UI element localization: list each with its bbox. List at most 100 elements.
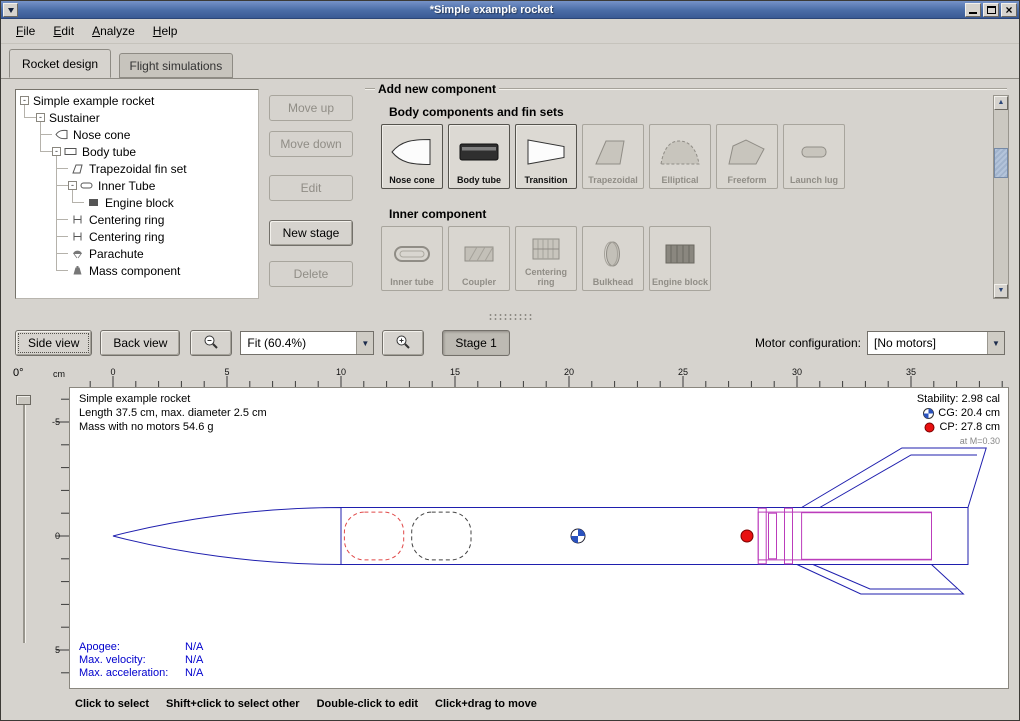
status-bar: Click to select Shift+click to select ot… [1,693,1019,715]
maximize-button[interactable] [983,3,999,17]
tile-label: Nose cone [389,176,435,186]
window-title: *Simple example rocket [20,4,963,16]
rocket-name: Simple example rocket [79,392,267,406]
add-engine-block-button[interactable]: Engine block [649,226,711,291]
window-menu-icon[interactable] [3,3,18,17]
tree-item-parachute[interactable]: Parachute [16,245,258,262]
transition-icon [523,128,569,176]
add-elliptical-fin-button[interactable]: Elliptical [649,124,711,189]
tile-label: Bulkhead [593,278,634,288]
edit-button[interactable]: Edit [269,175,353,201]
side-view-button[interactable]: Side view [15,330,92,356]
vertical-ruler-wrap: -505 [49,387,69,689]
group-border [365,88,375,90]
flight-data: Apogee:N/A Max. velocity:N/A Max. accele… [79,641,203,680]
hint-click-drag: Click+drag to move [435,698,537,710]
tile-label: Freeform [727,176,766,186]
add-trapezoidal-fin-button[interactable]: Trapezoidal [582,124,644,189]
mach-note: at M=0.30 [917,434,1000,448]
cp-icon [924,422,935,433]
tree-item-centering-ring-1[interactable]: Centering ring [16,211,258,228]
move-up-button[interactable]: Move up [269,95,353,121]
collapse-icon[interactable]: - [52,147,61,156]
tree-item-label: Sustainer [49,111,100,125]
svg-text:-5: -5 [52,417,60,427]
tree-item-fin-set[interactable]: Trapezoidal fin set [16,160,258,177]
back-view-button[interactable]: Back view [100,330,180,356]
launch-lug-icon [791,128,837,176]
tree-item-centering-ring-2[interactable]: Centering ring [16,228,258,245]
collapse-icon[interactable]: - [68,181,77,190]
add-inner-tube-button[interactable]: Inner tube [381,226,443,291]
zoom-in-icon [395,334,411,350]
component-tree[interactable]: - Simple example rocket - Sustainer Nose… [15,89,259,299]
body-tube-icon [64,145,78,158]
tree-item-sustainer[interactable]: - Sustainer [16,109,258,126]
tab-flight-simulations[interactable]: Flight simulations [119,53,234,78]
zoom-select[interactable]: Fit (60.4%) ▼ [240,331,374,355]
add-freeform-fin-button[interactable]: Freeform [716,124,778,189]
maximize-icon [987,6,996,14]
split-divider[interactable] [1,309,1019,325]
new-stage-button[interactable]: New stage [269,220,353,246]
trapezoidal-fin-icon [590,128,636,176]
zoom-out-button[interactable] [190,330,232,356]
rocket-canvas[interactable]: Simple example rocket Length 37.5 cm, ma… [69,387,1009,689]
component-scrollbar[interactable]: ▲ ▼ [993,95,1009,299]
add-launch-lug-button[interactable]: Launch lug [783,124,845,189]
add-nose-cone-button[interactable]: Nose cone [381,124,443,189]
menu-file[interactable]: File [7,21,44,41]
svg-text:25: 25 [678,367,688,377]
add-transition-button[interactable]: Transition [515,124,577,189]
scroll-down-icon[interactable]: ▼ [994,284,1008,298]
add-bulkhead-button[interactable]: Bulkhead [582,226,644,291]
centering-ring-icon [71,213,85,226]
menu-analyze[interactable]: Analyze [83,21,144,41]
rotation-slider-handle[interactable] [16,395,31,405]
zoom-in-button[interactable] [382,330,424,356]
svg-text:30: 30 [792,367,802,377]
add-body-tube-button[interactable]: Body tube [448,124,510,189]
tree-item-mass-component[interactable]: Mass component [16,262,258,279]
tree-item-label: Body tube [82,145,136,159]
tree-item-label: Trapezoidal fin set [89,162,187,176]
tile-label: Engine block [652,278,708,288]
tree-item-label: Engine block [105,196,174,210]
rotation-slider-track[interactable] [23,399,25,643]
tree-item-rocket[interactable]: - Simple example rocket [16,92,258,109]
tile-label: Body tube [457,176,501,186]
max-velocity-label: Max. velocity: [79,654,185,667]
tile-label: Elliptical [661,176,698,186]
svg-text:15: 15 [450,367,460,377]
apogee-label: Apogee: [79,641,185,654]
collapse-icon[interactable]: - [20,96,29,105]
group-title: Add new component [375,82,499,96]
tree-item-inner-tube[interactable]: - Inner Tube [16,177,258,194]
close-button[interactable]: × [1001,3,1017,17]
rocket-view-zone: 0° cm 05101520253035 -505 [1,359,1019,693]
hint-click-select: Click to select [75,698,149,710]
delete-button[interactable]: Delete [269,261,353,287]
add-centering-ring-button[interactable]: Centering ring [515,226,577,291]
menu-help[interactable]: Help [144,21,187,41]
inner-tube-icon [389,230,435,278]
tree-item-body-tube[interactable]: - Body tube [16,143,258,160]
stage-1-toggle[interactable]: Stage 1 [442,330,509,356]
minimize-button[interactable] [965,3,981,17]
tree-item-nose-cone[interactable]: Nose cone [16,126,258,143]
tab-rocket-design[interactable]: Rocket design [9,49,111,78]
cp-value: CP: 27.8 cm [939,420,1000,434]
tree-item-engine-block[interactable]: Engine block [16,194,258,211]
nose-cone-icon [389,128,435,176]
horizontal-ruler-wrap: 05101520253035 [69,367,1009,387]
scroll-up-icon[interactable]: ▲ [994,96,1008,110]
menu-edit[interactable]: Edit [44,21,83,41]
move-down-button[interactable]: Move down [269,131,353,157]
elliptical-fin-icon [657,128,703,176]
stability-value: Stability: 2.98 cal [917,392,1000,406]
hint-shift-click: Shift+click to select other [166,698,300,710]
add-coupler-button[interactable]: Coupler [448,226,510,291]
scrollbar-thumb[interactable] [994,148,1008,178]
collapse-icon[interactable]: - [36,113,45,122]
motor-configuration-select[interactable]: [No motors] ▼ [867,331,1005,355]
